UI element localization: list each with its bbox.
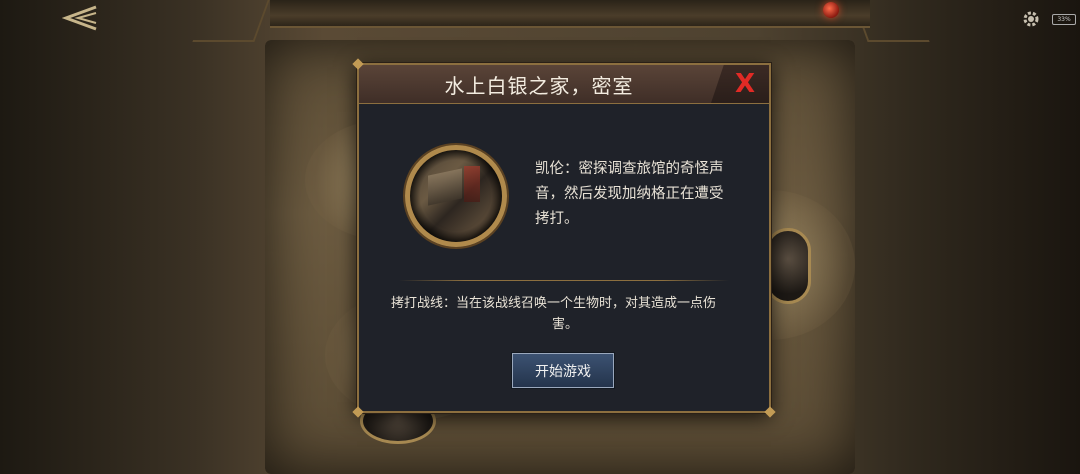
dialog-title: 水上白银之家，密室 (444, 73, 634, 98)
story-line: 拷打。 (535, 211, 579, 227)
portrait-stairs (428, 168, 462, 206)
story-description: 凯伦：密探调查旅馆的奇怪声 音，然后发现加纳格正在遭受 拷打。 (535, 157, 733, 232)
gem-icon (823, 2, 839, 18)
dialog-header: 水上白银之家，密室 X (359, 65, 769, 104)
dialog-divider (399, 280, 729, 281)
close-icon: X (734, 69, 756, 99)
gear-icon (1023, 11, 1039, 27)
top-frame-bar (270, 0, 870, 28)
battery-indicator: 33% (1052, 14, 1076, 25)
battlefield-rule: 拷打战线：当在该战线召唤一个生物时，对其造成一点伤 害。 (391, 293, 739, 335)
story-line: 凯伦：密探调查旅馆的奇怪声 (535, 161, 724, 177)
close-button[interactable]: X (711, 65, 769, 103)
level-portrait (405, 145, 507, 247)
back-button[interactable] (60, 4, 100, 32)
portrait-doorway (464, 166, 480, 202)
rule-line: 拷打战线：当在该战线召唤一个生物时，对其造成一点伤 (391, 296, 717, 311)
map-location-node[interactable] (765, 228, 811, 304)
level-intro-dialog: 水上白银之家，密室 X 凯伦：密探调查旅馆的奇怪声 音，然后发现加纳格正在遭受 … (352, 58, 776, 418)
start-game-button[interactable]: 开始游戏 (512, 353, 614, 388)
rule-line: 害。 (551, 317, 578, 332)
story-line: 音，然后发现加纳格正在遭受 (535, 186, 724, 202)
settings-button[interactable] (1020, 8, 1042, 30)
back-arrow-icon (62, 5, 97, 31)
